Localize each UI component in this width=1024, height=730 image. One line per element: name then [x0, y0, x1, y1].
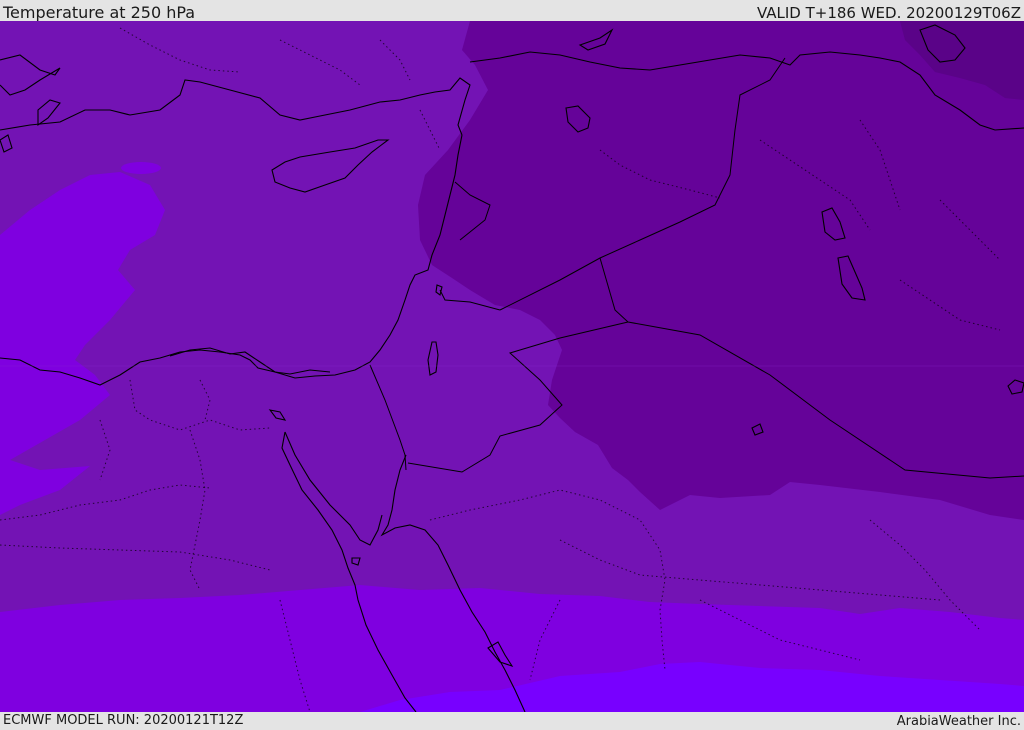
temperature-field-warm-spot: [121, 162, 161, 174]
map-title: Temperature at 250 hPa: [3, 3, 196, 22]
valid-time: VALID T+186 WED. 20200129T06Z: [756, 4, 1021, 22]
credit-text: ArabiaWeather Inc.: [896, 714, 1021, 729]
footer-bar: ECMWF MODEL RUN: 20200121T12Z ArabiaWeat…: [0, 712, 1024, 729]
map-canvas[interactable]: [0, 21, 1024, 712]
map-svg: [0, 21, 1024, 712]
model-run: ECMWF MODEL RUN: 20200121T12Z: [3, 713, 244, 728]
header-bar: Temperature at 250 hPa VALID T+186 WED. …: [0, 0, 1024, 22]
